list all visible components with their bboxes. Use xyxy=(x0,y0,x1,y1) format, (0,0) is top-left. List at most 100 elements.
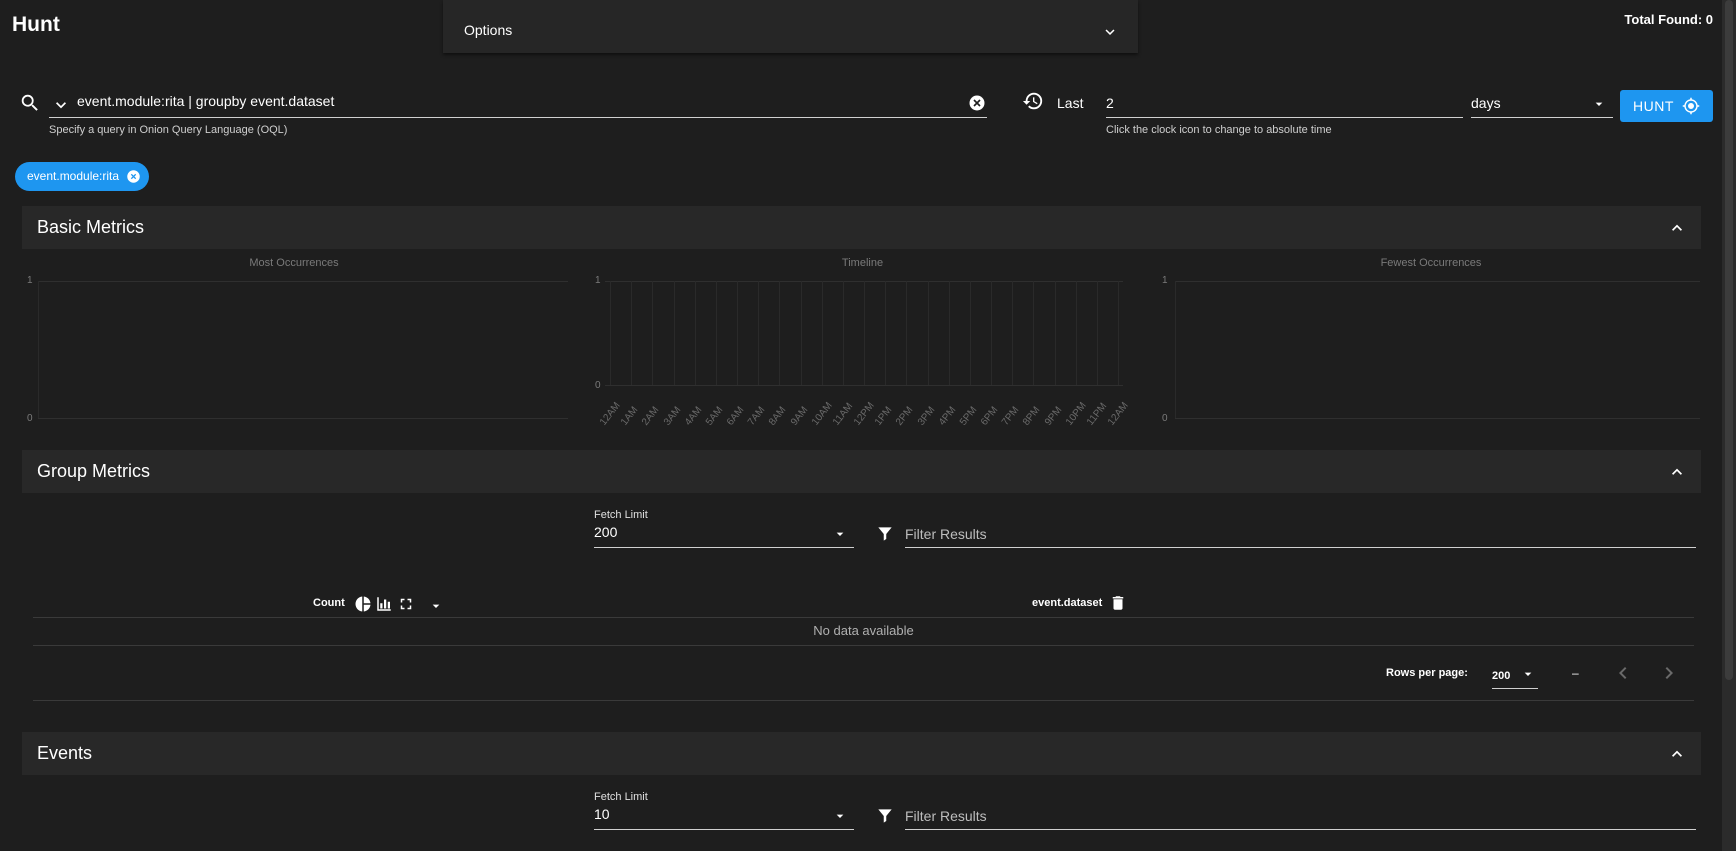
most-occurrences-title: Most Occurrences xyxy=(249,257,339,269)
timeline-gridline xyxy=(885,281,887,385)
clear-query-icon[interactable] xyxy=(968,94,986,112)
timeline-tick-label: 2AM xyxy=(640,404,662,428)
events-title: Events xyxy=(37,743,93,763)
chevron-up-icon[interactable] xyxy=(1667,218,1687,238)
timeline-tick-label: 6PM xyxy=(979,404,1001,428)
basic-metrics-header[interactable]: Basic Metrics xyxy=(22,206,1701,249)
timeline-gridline xyxy=(864,281,865,385)
timeline-tick-label: 4PM xyxy=(936,404,958,428)
hunt-button[interactable]: HUNT xyxy=(1620,90,1713,122)
rows-per-page-select[interactable]: 200 xyxy=(1492,666,1538,686)
events-header[interactable]: Events xyxy=(22,732,1701,775)
timeline-gridline xyxy=(842,281,844,385)
timeline-gridline xyxy=(737,281,738,385)
timeline-gridline xyxy=(1054,281,1056,385)
timeline-tick-label: 5PM xyxy=(957,404,980,428)
chevron-up-icon[interactable] xyxy=(1667,462,1687,482)
caret-down-icon xyxy=(836,814,844,818)
timeline-tick-label: 12AM xyxy=(598,400,623,428)
timeline-tick-label: 1AM xyxy=(619,404,641,428)
time-value-input[interactable]: 2 xyxy=(1106,95,1114,111)
group-metrics-title: Group Metrics xyxy=(37,461,151,481)
caret-down-icon[interactable] xyxy=(428,598,444,614)
clock-history-icon[interactable] xyxy=(1022,90,1044,112)
search-hint: Specify a query in Onion Query Language … xyxy=(49,124,288,136)
next-page-icon[interactable] xyxy=(1657,661,1681,685)
fewest-y-bottom: 0 xyxy=(1162,413,1168,424)
timeline-gridline xyxy=(694,281,696,385)
basic-metrics-title: Basic Metrics xyxy=(37,217,145,237)
timeline-grid-bottom xyxy=(605,385,1123,386)
timeline-tick-label: 3AM xyxy=(661,404,683,428)
time-unit-select[interactable]: days xyxy=(1471,95,1613,115)
timeline-gridline xyxy=(800,281,802,385)
timeline-gridline xyxy=(948,281,950,385)
group-filter-underline xyxy=(905,547,1696,548)
fewest-grid-bottom xyxy=(1175,418,1700,419)
last-label: Last xyxy=(1057,95,1084,111)
scrollbar-track[interactable] xyxy=(1722,0,1736,851)
most-grid-top xyxy=(38,281,568,282)
prev-page-icon[interactable] xyxy=(1611,661,1635,685)
trash-icon[interactable] xyxy=(1109,594,1127,612)
events-fetch-limit-underline xyxy=(594,829,854,830)
count-column-header[interactable]: Count xyxy=(313,597,345,609)
chevron-down-icon[interactable] xyxy=(1100,23,1120,41)
field-column-header[interactable]: event.dataset xyxy=(1032,597,1102,609)
caret-down-icon xyxy=(1524,672,1532,676)
timeline-gridline xyxy=(715,281,717,385)
total-found: Total Found: 0 xyxy=(1624,12,1713,27)
rows-per-page-label: Rows per page: xyxy=(1386,667,1468,679)
pie-chart-icon[interactable] xyxy=(354,595,372,613)
timeline-tick-label: 7AM xyxy=(746,404,768,428)
timeline-gridline xyxy=(906,281,908,385)
group-metrics-header[interactable]: Group Metrics xyxy=(22,450,1701,493)
events-fetch-limit-select[interactable]: 10 xyxy=(594,806,854,828)
fullscreen-icon[interactable] xyxy=(397,595,415,613)
options-panel[interactable]: Options xyxy=(443,0,1138,53)
time-hint: Click the clock icon to change to absolu… xyxy=(1106,124,1332,136)
timeline-gridline xyxy=(652,281,654,385)
timeline-tick-label: 2PM xyxy=(894,404,916,428)
most-y-bottom: 0 xyxy=(27,413,33,424)
bar-chart-icon[interactable] xyxy=(375,595,393,613)
query-history-chevron-icon[interactable] xyxy=(51,95,71,115)
most-grid-bottom xyxy=(38,418,568,419)
chip-close-icon[interactable] xyxy=(126,169,141,184)
search-icon xyxy=(21,94,38,111)
chevron-up-icon[interactable] xyxy=(1667,744,1687,764)
group-fetch-limit-value: 200 xyxy=(594,524,618,540)
events-fetch-limit-label: Fetch Limit xyxy=(594,791,648,803)
search-input-underline xyxy=(49,117,987,118)
events-filter-underline xyxy=(905,829,1696,830)
table-body-divider xyxy=(33,645,1694,646)
events-filter-input[interactable]: Filter Results xyxy=(905,808,987,824)
hunt-button-label: HUNT xyxy=(1633,98,1674,114)
group-filter-input[interactable]: Filter Results xyxy=(905,526,987,542)
timeline-gridline xyxy=(779,281,781,385)
filter-icon xyxy=(878,527,892,541)
group-fetch-limit-select[interactable]: 200 xyxy=(594,524,854,546)
timeline-gridline xyxy=(927,281,929,385)
timeline-gridline xyxy=(969,281,971,385)
timeline-gridline xyxy=(758,281,760,385)
timeline-gridline xyxy=(1012,281,1014,385)
timeline-gridline xyxy=(991,281,992,385)
timeline-tick-label: 10PM xyxy=(1063,400,1089,428)
timeline-tick-label: 1PM xyxy=(873,404,895,428)
timeline-tick-label: 9AM xyxy=(788,404,810,428)
search-input[interactable]: event.module:rita | groupby event.datase… xyxy=(77,93,957,109)
rows-per-page-underline xyxy=(1492,688,1538,689)
timeline-tick-label: 9PM xyxy=(1042,404,1064,428)
scrollbar-thumb[interactable] xyxy=(1725,0,1733,680)
filter-chip[interactable]: event.module:rita xyxy=(15,162,150,191)
timeline-gridline xyxy=(821,281,823,385)
fewest-grid-top xyxy=(1175,281,1700,282)
time-unit-underline xyxy=(1471,117,1613,118)
timeline-gridline xyxy=(631,281,633,385)
time-value-underline xyxy=(1106,117,1463,118)
empty-state: No data available xyxy=(813,623,914,638)
timeline-gridline xyxy=(1096,281,1098,385)
timeline-tick-label: 5AM xyxy=(703,404,726,428)
timeline-tick-label: 7PM xyxy=(1000,404,1022,428)
